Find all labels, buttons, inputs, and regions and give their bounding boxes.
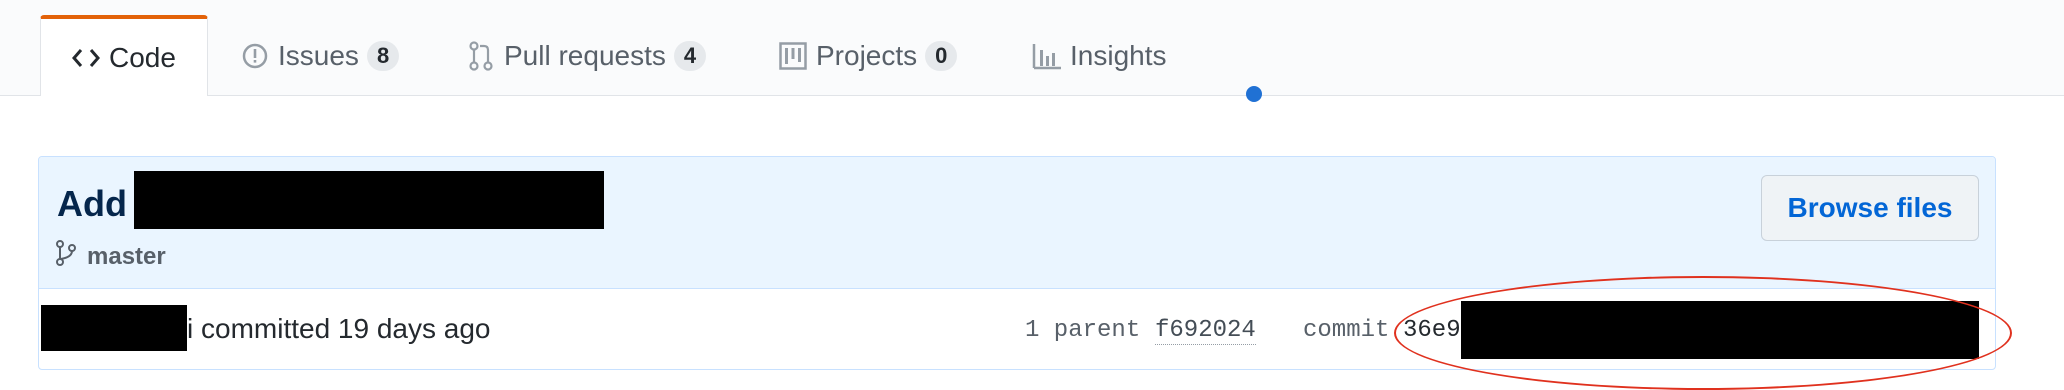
tab-projects-label: Projects bbox=[816, 39, 918, 71]
repo-nav-bar: Code Issues 8 Pull requests 4 Projects 0… bbox=[0, 0, 2064, 96]
redacted-author bbox=[41, 305, 187, 351]
commit-label: commit bbox=[1303, 317, 1390, 344]
parent-sha-link[interactable]: f692024 bbox=[1155, 317, 1256, 345]
tab-issues-label: Issues bbox=[278, 39, 359, 71]
tab-pull-requests[interactable]: Pull requests 4 bbox=[436, 16, 736, 95]
commit-header: Add master Browse files bbox=[39, 157, 1995, 289]
git-branch-icon bbox=[55, 239, 77, 274]
project-icon bbox=[778, 41, 808, 71]
tab-insights[interactable]: Insights bbox=[1002, 16, 1197, 95]
tab-insights-label: Insights bbox=[1070, 39, 1167, 71]
browse-files-button[interactable]: Browse files bbox=[1761, 175, 1979, 241]
code-icon bbox=[71, 43, 101, 73]
tab-code-label: Code bbox=[109, 41, 176, 73]
commit-author-suffix: i bbox=[187, 313, 194, 344]
issue-opened-icon bbox=[240, 41, 270, 71]
branch-indicator: master bbox=[55, 239, 166, 274]
tab-issues[interactable]: Issues 8 bbox=[210, 16, 429, 95]
tab-code[interactable]: Code bbox=[40, 15, 208, 96]
parent-count-label: 1 parent bbox=[1025, 317, 1141, 344]
cursor-dot bbox=[1246, 86, 1262, 102]
graph-icon bbox=[1032, 41, 1062, 71]
committed-time: committed 19 days ago bbox=[201, 313, 491, 344]
tab-projects[interactable]: Projects 0 bbox=[748, 16, 987, 95]
annotation-ellipse bbox=[1394, 276, 2012, 390]
pull-requests-counter: 4 bbox=[673, 40, 707, 71]
projects-counter: 0 bbox=[925, 40, 958, 71]
redacted-commit-title bbox=[134, 171, 604, 229]
issues-counter: 8 bbox=[366, 40, 400, 71]
git-pull-request-icon bbox=[466, 40, 496, 71]
branch-name[interactable]: master bbox=[87, 243, 166, 271]
tab-pull-requests-label: Pull requests bbox=[504, 39, 666, 71]
commit-title: Add bbox=[57, 183, 127, 224]
